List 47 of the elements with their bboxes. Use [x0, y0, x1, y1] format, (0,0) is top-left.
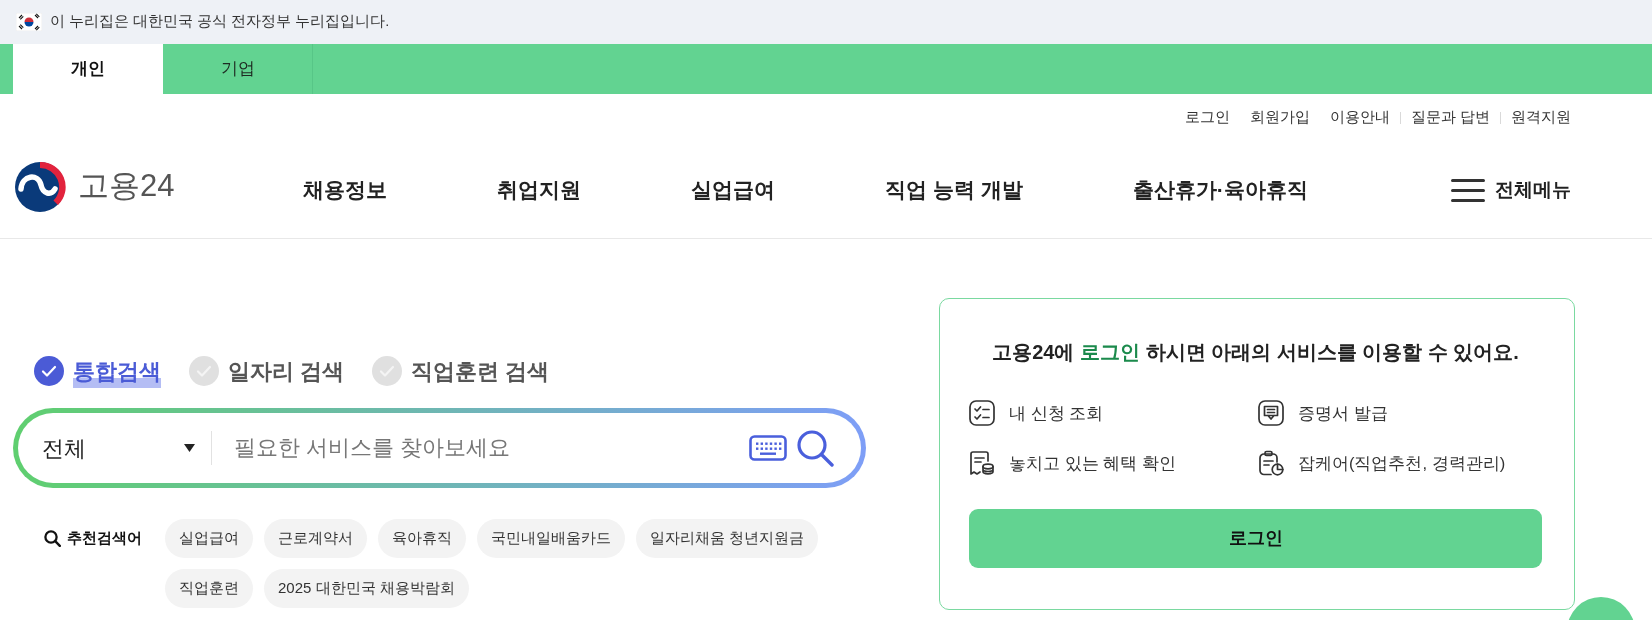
service-label: 증명서 발급: [1298, 402, 1388, 424]
nav-link[interactable]: 실업급여: [691, 174, 775, 206]
checklist-icon: [969, 400, 995, 426]
check-circle-icon: [34, 356, 64, 386]
keyword-chip[interactable]: 2025 대한민국 채용박람회: [264, 569, 469, 608]
check-circle-icon: [372, 356, 403, 386]
utility-link[interactable]: 로그인: [1184, 107, 1230, 129]
keyword-chip[interactable]: 육아휴직: [378, 519, 466, 558]
menu-icon: [1451, 177, 1485, 203]
nav-link[interactable]: 취업지원: [497, 174, 581, 206]
search-scope-tab[interactable]: 일자리 검색: [189, 354, 345, 388]
service-label: 놓치고 있는 혜택 확인: [1009, 452, 1176, 474]
keyword-chip[interactable]: 국민내일배움카드: [477, 519, 625, 558]
caret-icon: [184, 444, 195, 452]
check-circle-icon: [189, 356, 219, 386]
recommended-label: 추천검색어: [67, 528, 142, 549]
clipboard-chart-icon: [1258, 450, 1284, 476]
utility-link[interactable]: 회원가입: [1249, 107, 1310, 129]
utility-link[interactable]: 질문과 답변: [1410, 107, 1490, 129]
search-icon: [44, 530, 61, 547]
nav-link[interactable]: 직업 능력 개발: [885, 174, 1023, 206]
nav-link[interactable]: 출산휴가·육아휴직: [1132, 174, 1308, 206]
search-input[interactable]: 필요한 서비스를 찾아보세요: [212, 426, 749, 470]
emblem-icon: [14, 160, 66, 213]
service-label: 잡케어(직업추천, 경력관리): [1298, 452, 1506, 474]
login-prompt-text: 고용24에 로그인 하시면 아래의 서비스를 이용할 수 있어요.: [991, 340, 1520, 365]
keyword-chip[interactable]: 직업훈련: [165, 569, 253, 608]
nav-link[interactable]: 채용정보: [303, 174, 387, 206]
login-button[interactable]: 로그인: [969, 509, 1542, 568]
search-icon[interactable]: [796, 429, 834, 467]
category-select[interactable]: 전체: [42, 431, 195, 465]
official-site-notice: 이 누리집은 대한민국 공식 전자정부 누리집입니다.: [50, 12, 390, 32]
audience-tab[interactable]: 개인: [13, 44, 163, 94]
flag-icon: [16, 13, 42, 31]
receipt-coin-icon: [969, 450, 995, 476]
service-label: 내 신청 조회: [1009, 402, 1104, 424]
keyword-chip[interactable]: 실업급여: [165, 519, 253, 558]
audience-tab[interactable]: 기업: [163, 44, 313, 94]
document-icon: [1258, 400, 1284, 426]
keyboard-icon[interactable]: [749, 435, 787, 461]
all-menu-button[interactable]: 전체메뉴: [1451, 175, 1571, 205]
keyword-chip[interactable]: 일자리채움 청년지원금: [636, 519, 819, 558]
logo-link[interactable]: 고용24: [14, 160, 175, 213]
keyword-chip[interactable]: 근로계약서: [264, 519, 367, 558]
utility-link[interactable]: 이용안내: [1329, 107, 1390, 129]
search-scope-tab[interactable]: 직업훈련 검색: [372, 354, 550, 388]
utility-link[interactable]: 원격지원: [1511, 107, 1571, 129]
